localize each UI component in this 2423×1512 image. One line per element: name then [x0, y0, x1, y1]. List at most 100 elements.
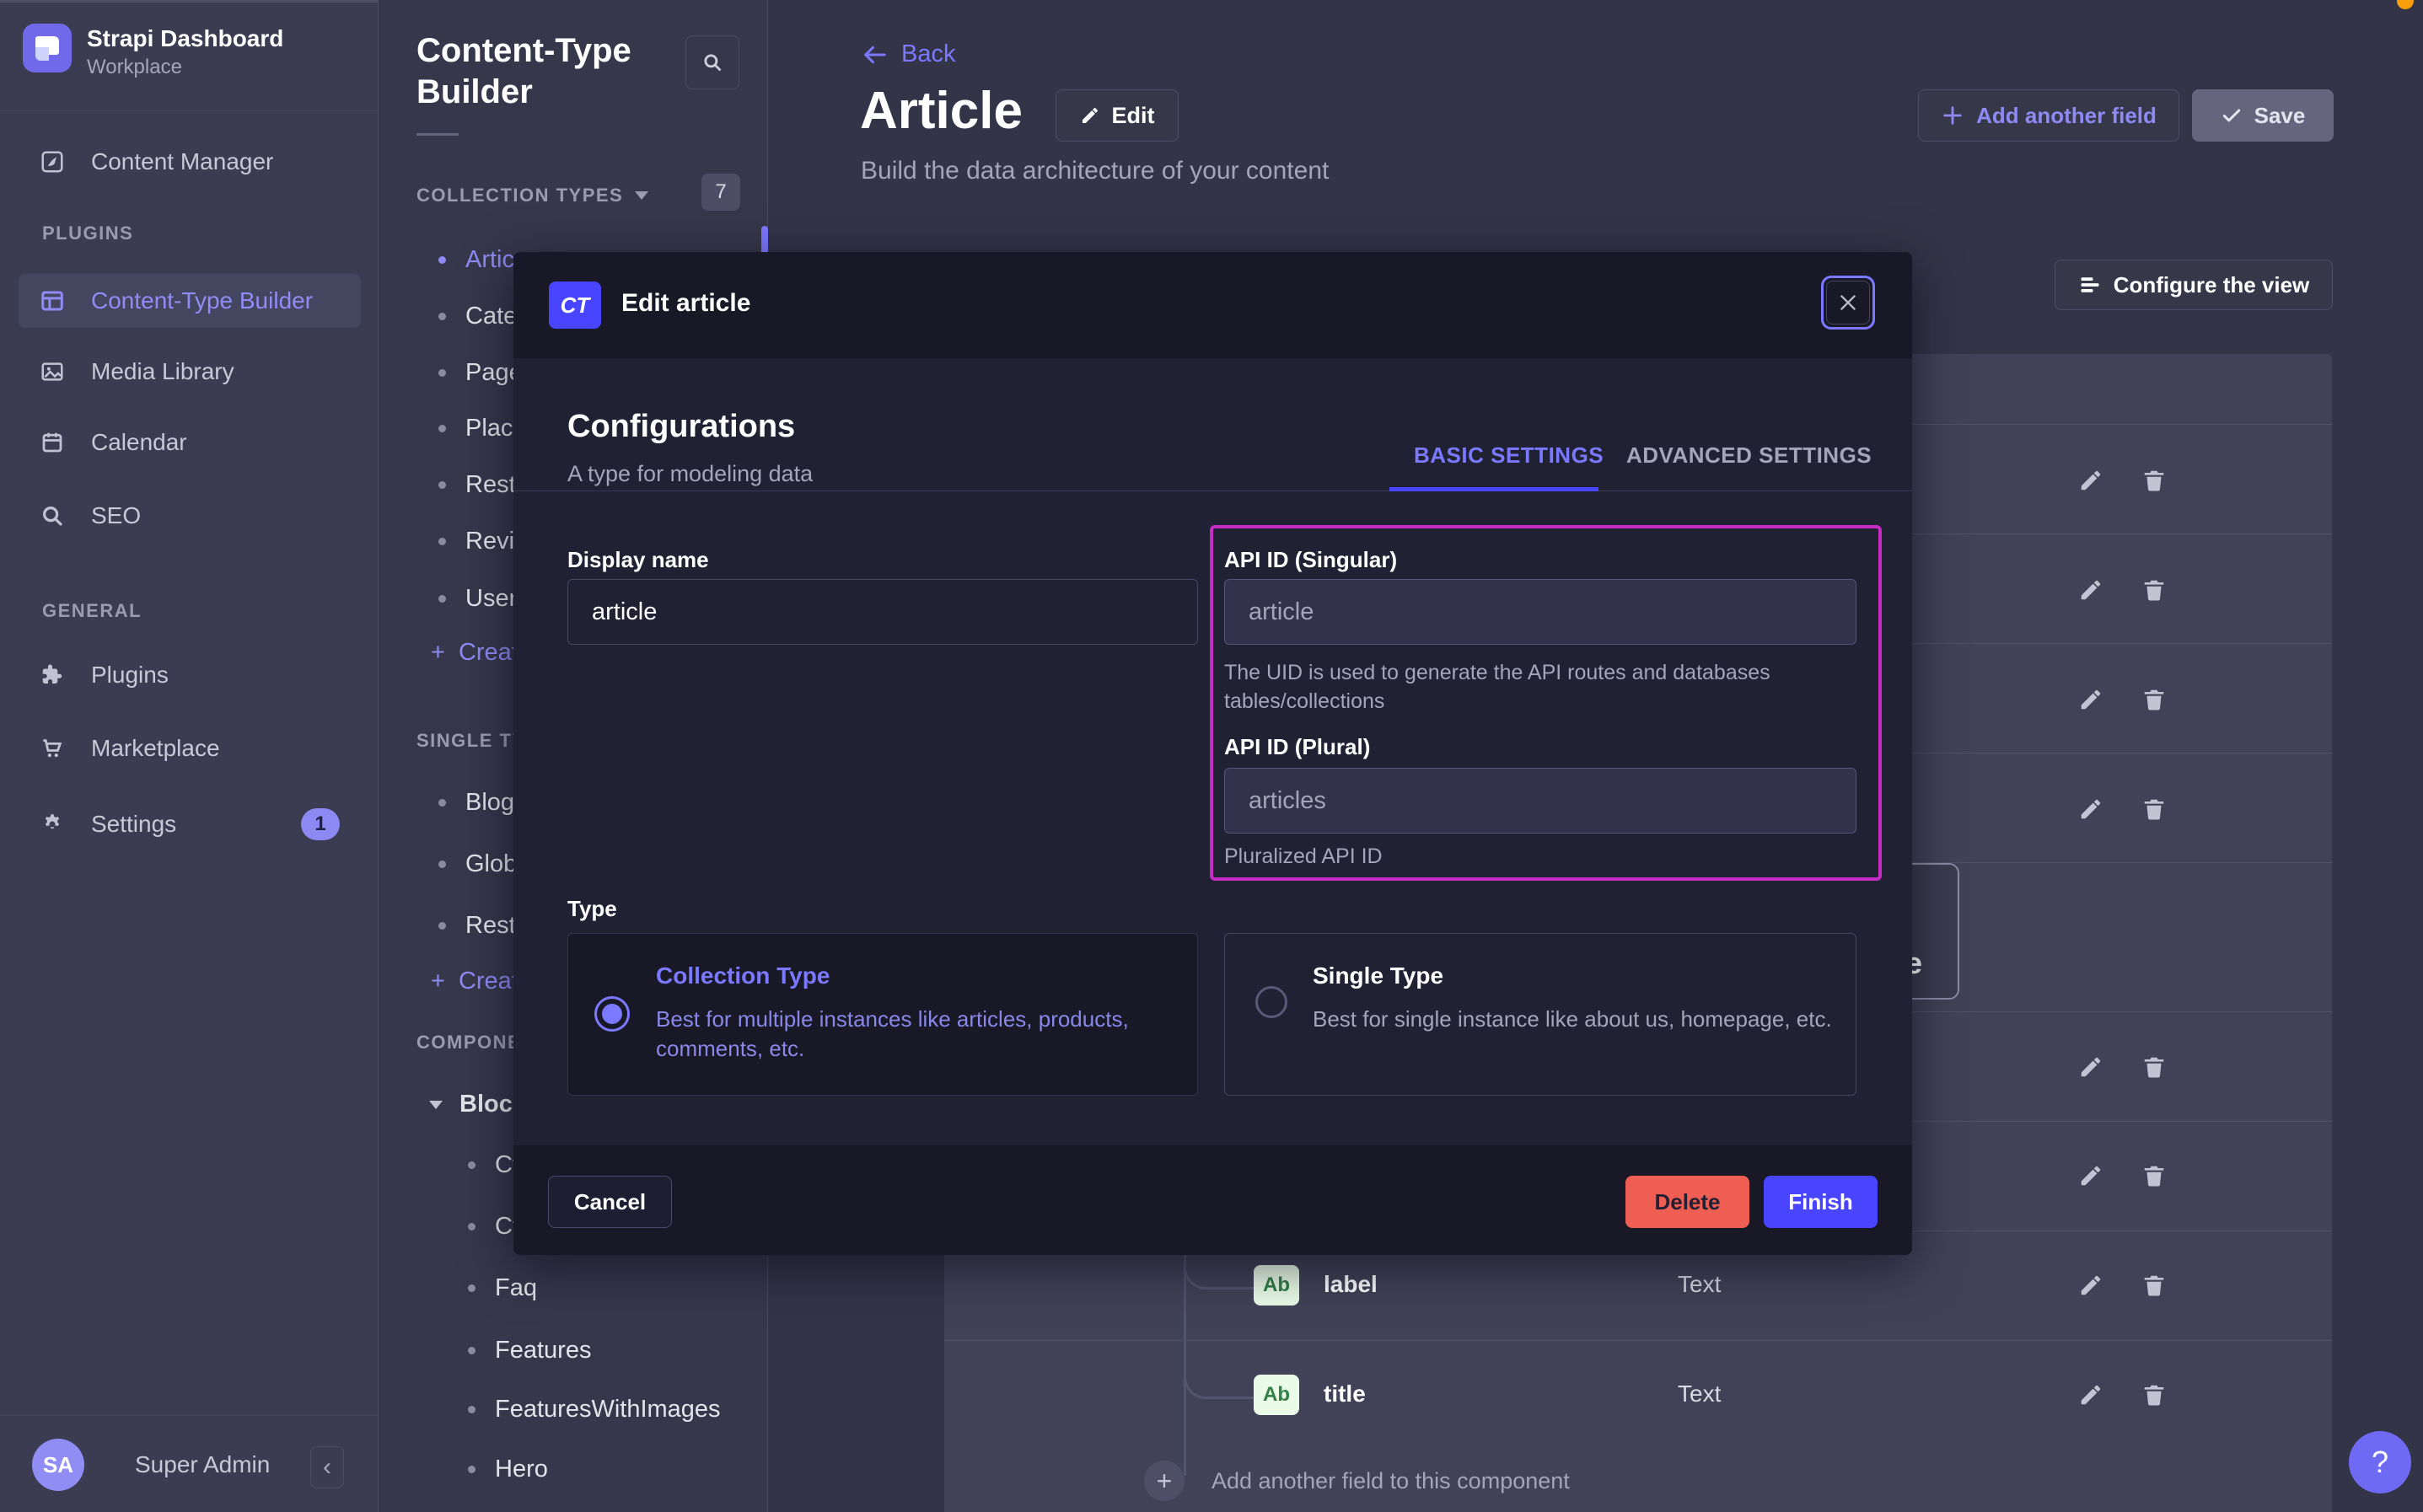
- collection-type-item[interactable]: User: [438, 585, 517, 613]
- api-id-singular-help: The UID is used to generate the API rout…: [1224, 658, 1797, 716]
- component-item[interactable]: FeaturesWithImages: [468, 1396, 721, 1424]
- gear-icon: [40, 812, 65, 837]
- edit-field-button[interactable]: [2078, 468, 2103, 493]
- sidebar-item-calendar[interactable]: Calendar: [19, 416, 361, 469]
- delete-field-button[interactable]: [2141, 1054, 2167, 1080]
- single-type-item[interactable]: Rest: [438, 912, 516, 940]
- avatar[interactable]: SA: [32, 1439, 84, 1491]
- edit-field-button[interactable]: [2078, 1054, 2103, 1080]
- api-id-singular-input[interactable]: article: [1224, 579, 1856, 645]
- collection-type-option[interactable]: Collection Type Best for multiple instan…: [567, 933, 1198, 1096]
- main-sidebar: Strapi Dashboard Workplace Content Manag…: [0, 0, 379, 1512]
- radio-unselected-icon: [1255, 986, 1287, 1018]
- sidebar-footer-divider: [0, 1415, 378, 1416]
- field-type-badge: Ab: [1254, 1375, 1299, 1415]
- field-type: Text: [1678, 1381, 1721, 1407]
- sidebar-section-plugins: PLUGINS: [42, 223, 133, 244]
- delete-field-button[interactable]: [2141, 577, 2167, 603]
- configure-the-view-button[interactable]: Configure the view: [2055, 260, 2333, 310]
- sidebar-item-plugins[interactable]: Plugins: [19, 648, 361, 702]
- tab-advanced-settings[interactable]: ADVANCED SETTINGS: [1626, 442, 1872, 469]
- sidebar-item-marketplace[interactable]: Marketplace: [19, 721, 361, 775]
- delete-field-button[interactable]: [2141, 468, 2167, 493]
- edit-button[interactable]: Edit: [1056, 89, 1179, 142]
- sidebar-item-label: Content-Type Builder: [91, 287, 313, 314]
- cancel-button[interactable]: Cancel: [548, 1176, 672, 1228]
- component-item[interactable]: Faq: [468, 1274, 537, 1302]
- modal-section-title: Configurations: [567, 409, 795, 445]
- sidebar-item-label: Settings: [91, 811, 176, 838]
- collapse-sidebar-button[interactable]: ‹: [310, 1446, 344, 1488]
- modal-title: Edit article: [621, 289, 750, 318]
- collection-types-header[interactable]: COLLECTION TYPES: [416, 185, 648, 206]
- content-type-badge: CT: [549, 281, 601, 329]
- close-button[interactable]: [1826, 281, 1870, 324]
- component-item[interactable]: Features: [468, 1337, 591, 1365]
- save-button[interactable]: Save: [2192, 89, 2334, 142]
- chevron-down-icon: [635, 191, 648, 200]
- type-label: Type: [567, 896, 617, 922]
- edit-field-button[interactable]: [2078, 687, 2103, 712]
- sidebar-item-media-library[interactable]: Media Library: [19, 345, 361, 399]
- check-icon: [2221, 105, 2243, 126]
- add-another-field-button[interactable]: Add another field: [1918, 89, 2179, 142]
- app-title: Strapi Dashboard: [87, 25, 283, 52]
- single-types-header[interactable]: SINGLE TY: [416, 730, 526, 752]
- sidebar-item-settings[interactable]: Settings 1: [19, 797, 361, 851]
- collection-types-count-badge: 7: [701, 174, 740, 211]
- sidebar-section-general: GENERAL: [42, 600, 142, 622]
- edit-field-button[interactable]: [2078, 577, 2103, 603]
- content-manager-icon: [40, 149, 65, 174]
- edit-field-button[interactable]: [2078, 1273, 2103, 1298]
- components-header[interactable]: COMPONE: [416, 1032, 521, 1054]
- field-type-badge: Ab: [1254, 1265, 1299, 1306]
- delete-field-button[interactable]: [2141, 1163, 2167, 1188]
- edit-field-button[interactable]: [2078, 796, 2103, 822]
- sidebar-item-content-manager[interactable]: Content Manager: [19, 135, 361, 189]
- single-type-option[interactable]: Single Type Best for single instance lik…: [1224, 933, 1856, 1096]
- component-item[interactable]: Hero: [468, 1456, 548, 1483]
- delete-field-button[interactable]: [2141, 687, 2167, 712]
- collection-type-item[interactable]: Rest: [438, 471, 516, 499]
- edit-field-button[interactable]: [2078, 1163, 2103, 1188]
- workspace-label: Workplace: [87, 56, 182, 79]
- delete-field-button[interactable]: [2141, 1382, 2167, 1407]
- add-field-to-component-row[interactable]: + Add another field to this component: [944, 1457, 2332, 1512]
- display-name-input[interactable]: article: [567, 579, 1198, 645]
- title-underline: [416, 133, 459, 136]
- collection-type-item[interactable]: Revi: [438, 528, 514, 555]
- question-icon: ?: [2372, 1445, 2388, 1480]
- collection-type-item[interactable]: Plac: [438, 415, 513, 442]
- api-id-plural-help: Pluralized API ID: [1224, 842, 1383, 871]
- edit-field-button[interactable]: [2078, 1382, 2103, 1407]
- sidebar-divider: [0, 110, 378, 111]
- api-id-singular-label: API ID (Singular): [1224, 547, 1397, 573]
- component-item[interactable]: Ct: [468, 1213, 519, 1241]
- display-name-label: Display name: [567, 547, 709, 573]
- single-type-item[interactable]: Blog: [438, 789, 514, 817]
- search-button[interactable]: [685, 35, 739, 89]
- page-title: Article: [860, 81, 1023, 141]
- single-type-item[interactable]: Glob: [438, 850, 517, 878]
- sidebar-item-content-type-builder[interactable]: Content-Type Builder: [19, 274, 361, 328]
- back-link[interactable]: Back: [862, 40, 955, 68]
- collection-type-item[interactable]: Artic: [438, 246, 514, 274]
- delete-field-button[interactable]: [2141, 1273, 2167, 1298]
- user-name: Super Admin: [135, 1451, 270, 1478]
- modal-section-subtitle: A type for modeling data: [567, 461, 813, 487]
- finish-button[interactable]: Finish: [1764, 1176, 1878, 1228]
- collection-type-item[interactable]: Cate: [438, 303, 517, 330]
- component-item[interactable]: Ct: [468, 1151, 519, 1179]
- delete-field-button[interactable]: [2141, 796, 2167, 822]
- field-type: Text: [1678, 1271, 1721, 1298]
- collection-type-item[interactable]: Page: [438, 359, 523, 387]
- help-button[interactable]: ?: [2349, 1431, 2411, 1493]
- delete-button[interactable]: Delete: [1625, 1176, 1749, 1228]
- api-id-plural-label: API ID (Plural): [1224, 734, 1370, 760]
- tab-basic-settings[interactable]: BASIC SETTINGS: [1414, 442, 1604, 469]
- sidebar-item-seo[interactable]: SEO: [19, 489, 361, 543]
- search-icon: [701, 51, 723, 73]
- api-id-plural-input[interactable]: articles: [1224, 768, 1856, 834]
- component-group-blocks[interactable]: Bloc: [429, 1091, 513, 1118]
- seo-search-icon: [40, 503, 65, 528]
